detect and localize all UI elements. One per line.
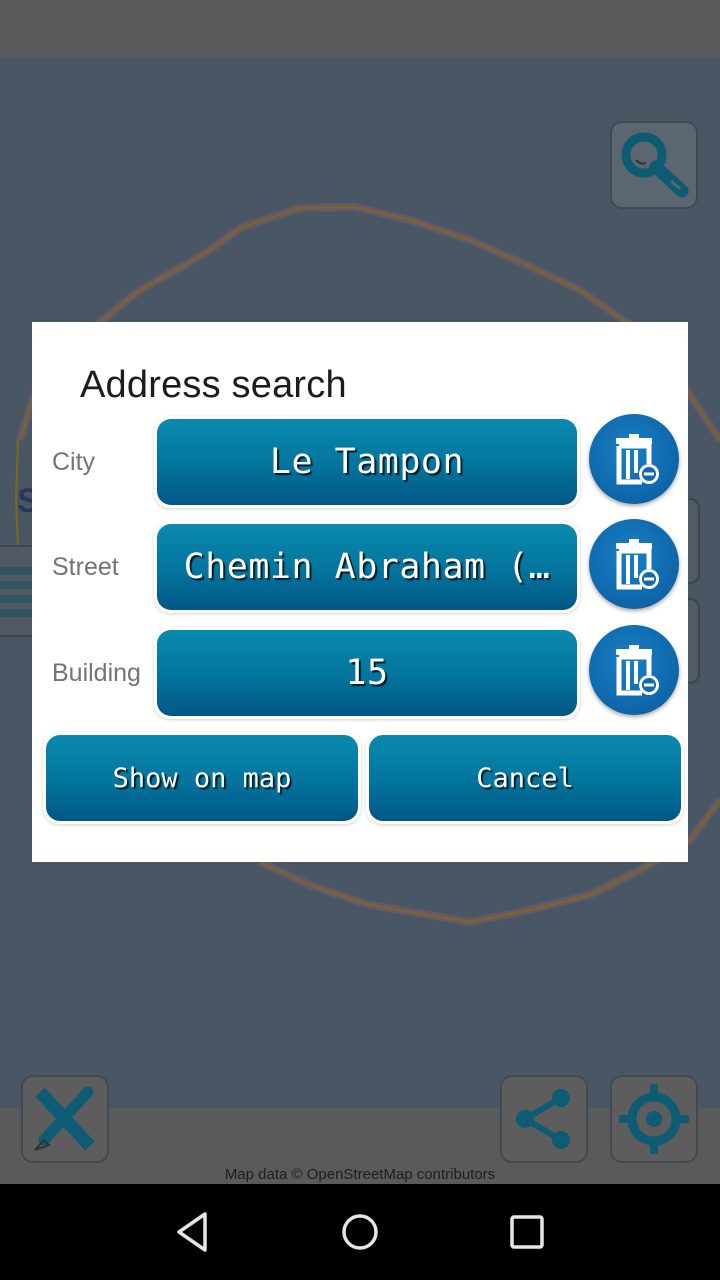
clear-building-button[interactable] [589, 625, 679, 715]
ruler-pencil-icon [34, 1086, 95, 1151]
home-button[interactable] [330, 1202, 390, 1262]
clear-city-button[interactable] [589, 414, 679, 504]
back-icon [177, 1212, 208, 1252]
building-row: Building 15 [32, 625, 688, 719]
clear-street-button[interactable] [589, 519, 679, 609]
trash-minus-icon [616, 434, 659, 485]
measure-button[interactable] [21, 1075, 109, 1163]
system-nav-bar [0, 1184, 720, 1280]
show-on-map-label: Show on map [112, 762, 292, 794]
share-button[interactable] [500, 1075, 588, 1163]
city-row: City Le Tampon [32, 414, 688, 508]
share-icon [516, 1089, 570, 1149]
street-value: Chemin Abraham (… [183, 547, 551, 587]
city-field[interactable]: Le Tampon [154, 416, 580, 508]
trash-minus-icon [616, 539, 659, 590]
cancel-button[interactable]: Cancel [366, 732, 684, 824]
building-label: Building [52, 659, 141, 687]
crosshair-icon [619, 1084, 689, 1154]
recents-button[interactable] [497, 1202, 557, 1262]
street-field[interactable]: Chemin Abraham (… [154, 521, 580, 613]
city-label: City [52, 448, 96, 476]
search-button[interactable] [610, 121, 698, 209]
trash-minus-icon [616, 645, 659, 696]
magnifier-icon [621, 132, 689, 198]
show-on-map-button[interactable]: Show on map [43, 732, 361, 824]
map-attribution: Map data © OpenStreetMap contributors [224, 1166, 496, 1183]
status-bar [0, 0, 720, 58]
home-icon [342, 1214, 378, 1250]
street-label: Street [52, 553, 119, 581]
city-value: Le Tampon [269, 442, 465, 482]
street-row: Street Chemin Abraham (… [32, 519, 688, 613]
dialog-title: Address search [80, 364, 347, 406]
recents-icon [509, 1215, 544, 1249]
building-value: 15 [345, 653, 389, 693]
cancel-label: Cancel [476, 762, 574, 794]
address-search-dialog: Address search City Le Tampon Street Che… [32, 322, 688, 862]
building-field[interactable]: 15 [154, 627, 580, 719]
back-button[interactable] [163, 1202, 223, 1262]
my-location-button[interactable] [610, 1075, 698, 1163]
